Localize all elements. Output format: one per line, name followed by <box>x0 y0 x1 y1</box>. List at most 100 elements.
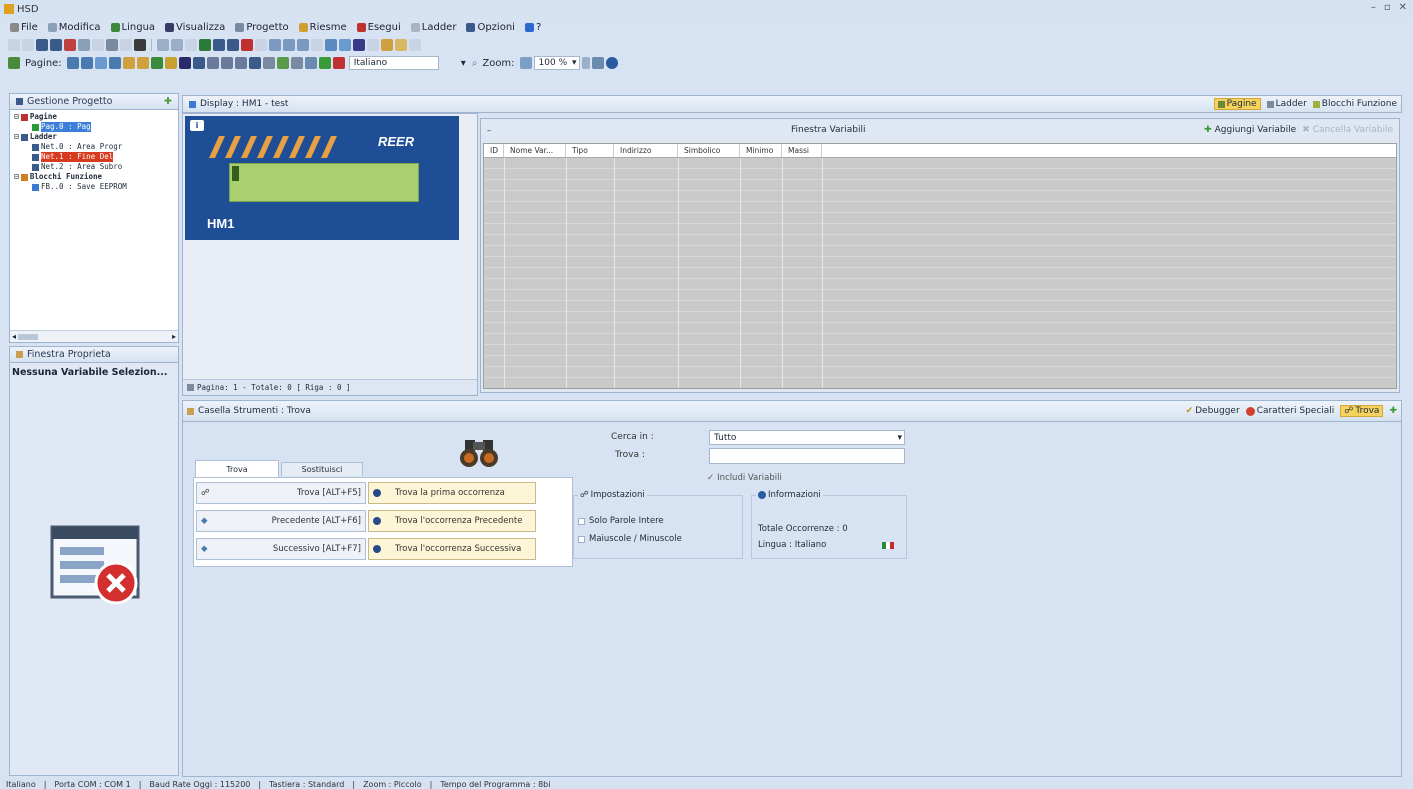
toolbar-button-icon[interactable] <box>108 57 121 69</box>
grid-column-header[interactable]: Simbolico <box>678 144 740 157</box>
tree-expander-icon[interactable]: ⊟ <box>14 172 19 182</box>
grid-column-header[interactable]: Massi <box>782 144 822 157</box>
maximize-icon[interactable]: ▫ <box>1384 2 1391 13</box>
zoom-in-icon[interactable] <box>591 57 604 69</box>
hmi-screen[interactable]: i REER HM1 <box>185 116 459 240</box>
menu-lingua[interactable]: Lingua <box>109 22 158 33</box>
option-whole-words[interactable]: Solo Parole Intere <box>578 516 664 526</box>
grid-column-header[interactable]: Indirizzo <box>614 144 678 157</box>
menu-esegui[interactable]: Esegui <box>355 22 403 33</box>
toolbar-button-icon[interactable] <box>227 39 239 51</box>
toolbar-button-icon[interactable] <box>8 39 20 51</box>
menu-help[interactable]: ? <box>523 22 543 33</box>
toolbar-button-icon[interactable] <box>64 39 76 51</box>
toolbar-button-icon[interactable] <box>220 57 233 69</box>
find-next-button[interactable]: ◆ Successivo [ALT+F7] <box>196 538 366 560</box>
toolbar-button-icon[interactable] <box>248 57 261 69</box>
tree-expander-icon[interactable]: ⊟ <box>14 132 19 142</box>
collapse-icon[interactable]: – <box>487 126 491 135</box>
toolbar-button-icon[interactable] <box>171 39 183 51</box>
scroll-right-icon[interactable]: ▸ <box>172 332 176 341</box>
toolbar-button-icon[interactable] <box>290 57 303 69</box>
find-first-button[interactable]: ☍ Trova [ALT+F5] <box>196 482 366 504</box>
zoom-fit-icon[interactable] <box>519 57 532 69</box>
pin-icon[interactable]: ✚ <box>164 96 172 107</box>
close-icon[interactable]: ✕ <box>1399 2 1407 13</box>
menu-progetto[interactable]: Progetto <box>233 22 290 33</box>
tab-blocchi[interactable]: Blocchi Funzione <box>1312 99 1397 109</box>
toolbar-button-icon[interactable] <box>395 39 407 51</box>
grid-column-header[interactable]: Minimo <box>740 144 782 157</box>
toolbar-button-icon[interactable] <box>66 57 79 69</box>
tab-find[interactable]: Trova <box>195 460 279 477</box>
toolbar-button-icon[interactable] <box>276 57 289 69</box>
zoom-down-icon[interactable] <box>581 57 590 69</box>
toolbar-button-icon[interactable] <box>122 57 135 69</box>
toolbar-button-icon[interactable] <box>92 39 104 51</box>
toolbar-button-icon[interactable] <box>120 39 132 51</box>
delete-variable-button[interactable]: ✖ Cancella Variabile <box>1302 125 1393 135</box>
toolbar-button-icon[interactable] <box>283 39 295 51</box>
toolbar-button-icon[interactable] <box>409 39 421 51</box>
zoom-select[interactable]: 100 % ▾ <box>533 56 580 70</box>
language-select[interactable]: Italiano <box>348 56 439 70</box>
include-variables-checkbox[interactable]: ✓ Includi Variabili <box>707 473 782 483</box>
toolbar-button-icon[interactable] <box>255 39 267 51</box>
scroll-left-icon[interactable]: ◂ <box>12 332 16 341</box>
tab-trova[interactable]: ☍ Trova <box>1340 405 1384 417</box>
toolbar-button-icon[interactable] <box>304 57 317 69</box>
tab-ladder[interactable]: Ladder <box>1266 99 1307 109</box>
lcd-area[interactable] <box>229 163 419 202</box>
tab-pagine[interactable]: Pagine <box>1213 98 1261 110</box>
tree-node[interactable]: Pag.0 : Pag <box>14 122 174 132</box>
grid-column-header[interactable]: Tipo <box>566 144 614 157</box>
toolbar-button-icon[interactable] <box>332 57 345 69</box>
toolbar-button-icon[interactable] <box>136 57 149 69</box>
toolbar-button-icon[interactable] <box>318 57 331 69</box>
add-variable-button[interactable]: ✚ Aggiungi Variabile <box>1204 125 1296 135</box>
trova-input[interactable] <box>709 448 905 464</box>
toolbar-button-icon[interactable] <box>206 57 219 69</box>
case-checkbox[interactable] <box>578 535 585 543</box>
grid-column-header[interactable]: ID <box>484 144 504 157</box>
tab-replace[interactable]: Sostituisci <box>281 462 363 476</box>
toolbar-button-icon[interactable] <box>325 39 337 51</box>
toolbar-button-icon[interactable] <box>178 57 191 69</box>
menu-file[interactable]: File <box>8 22 40 33</box>
toolbar-button-icon[interactable] <box>150 57 163 69</box>
toolbar-button-icon[interactable] <box>213 39 225 51</box>
tab-debugger[interactable]: ✔ Debugger <box>1186 406 1240 416</box>
hmi-info-icon[interactable]: i <box>190 120 204 131</box>
toolbar-button-icon[interactable] <box>381 39 393 51</box>
toolbar-button-icon[interactable] <box>106 39 118 51</box>
toolbar-button-icon[interactable] <box>78 39 90 51</box>
menu-riesme[interactable]: Riesme <box>297 22 349 33</box>
toolbar-button-icon[interactable] <box>164 57 177 69</box>
language-dropdown-icon[interactable]: ▾ <box>461 58 466 69</box>
toolbar-button-icon[interactable] <box>185 39 197 51</box>
info-icon[interactable] <box>605 57 618 69</box>
toolbar-button-icon[interactable] <box>234 57 247 69</box>
menu-opzioni[interactable]: Opzioni <box>464 22 516 33</box>
toolbar-button-icon[interactable] <box>199 39 211 51</box>
tree-expander-icon[interactable]: ⊟ <box>14 112 19 122</box>
toolbar-button-icon[interactable] <box>353 39 365 51</box>
tab-caratteri[interactable]: Caratteri Speciali <box>1245 406 1334 416</box>
tree-h-scrollbar[interactable]: ◂ ▸ <box>10 330 178 342</box>
tree-node[interactable]: ⊟ Ladder <box>14 132 174 142</box>
toolbar-button-icon[interactable] <box>22 39 34 51</box>
whole-words-checkbox[interactable] <box>578 517 585 525</box>
grid-column-header[interactable]: Nome Var... <box>504 144 566 157</box>
tree-node[interactable]: FB..0 : Save EEPROM <box>14 182 174 192</box>
toolbar-button-icon[interactable] <box>339 39 351 51</box>
toolbar-button-icon[interactable] <box>50 39 62 51</box>
toolbar-button-icon[interactable] <box>311 39 323 51</box>
variables-grid[interactable]: ID Nome Var... Tipo Indirizzo Simbolico Minim… <box>483 143 1397 389</box>
toolbar-button-icon[interactable] <box>269 39 281 51</box>
menu-visualizza[interactable]: Visualizza <box>163 22 227 33</box>
tree-node[interactable]: ⊟ Pagine <box>14 112 174 122</box>
scroll-thumb[interactable] <box>18 333 39 340</box>
tree-node[interactable]: Net.2 : Area Subro <box>14 162 174 172</box>
minimize-icon[interactable]: – <box>1371 2 1376 13</box>
menu-modifica[interactable]: Modifica <box>46 22 103 33</box>
